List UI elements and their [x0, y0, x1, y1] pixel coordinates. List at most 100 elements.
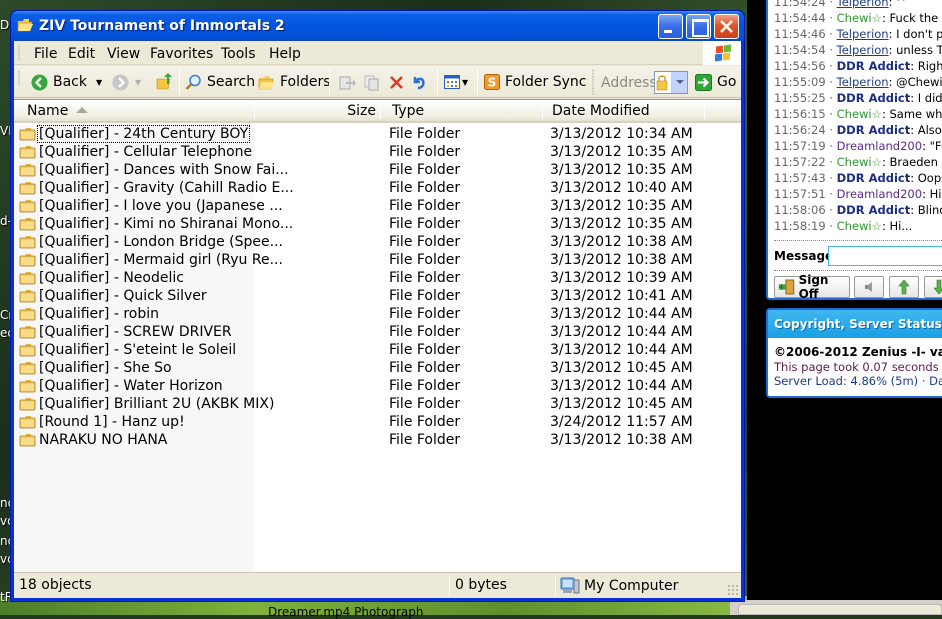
- file-name-cell[interactable]: [Qualifier] - Kimi no Shiranai Mono...: [19, 215, 294, 233]
- message-input[interactable]: [828, 246, 942, 266]
- chat-username[interactable]: DDR Addict: [837, 171, 911, 185]
- file-name-cell[interactable]: [Qualifier] - Cellular Telephone: [19, 143, 253, 161]
- file-name-cell[interactable]: [Qualifier] - SCREW DRIVER: [19, 323, 233, 341]
- scroll-down-button[interactable]: [924, 276, 942, 298]
- file-row[interactable]: [Round 1] - Hanz up! File Folder 3/24/2012…: [14, 413, 741, 431]
- file-list-view[interactable]: Name Size Type Date Modified [Qualifier]…: [14, 99, 741, 576]
- column-header-type[interactable]: Type: [392, 100, 542, 122]
- chat-username[interactable]: Chewi☆: [837, 11, 882, 25]
- toolbar-grip[interactable]: [592, 69, 594, 95]
- file-row[interactable]: [Qualifier] - Neodelic File Folder 3/13/20…: [14, 269, 741, 287]
- file-row[interactable]: [Qualifier] - I love you (Japanese ... Fi…: [14, 197, 741, 215]
- file-name-cell[interactable]: [Qualifier] - robin: [19, 305, 160, 323]
- file-name-cell[interactable]: [Qualifier] - Mermaid girl (Ryu Re...: [19, 251, 284, 269]
- chat-username[interactable]: DDR Addict: [837, 59, 911, 73]
- chat-username[interactable]: Dreamland200: [837, 187, 922, 201]
- folders-button[interactable]: Folders: [258, 70, 331, 94]
- chat-username[interactable]: Telperion: [837, 27, 889, 41]
- column-resizer[interactable]: [254, 104, 255, 119]
- file-row[interactable]: [Qualifier] - SCREW DRIVER File Folder 3/1…: [14, 323, 741, 341]
- menu-edit[interactable]: Edit: [68, 46, 95, 62]
- menu-view[interactable]: View: [107, 46, 140, 62]
- search-button[interactable]: Search: [185, 70, 255, 94]
- address-dropdown-button[interactable]: [671, 72, 687, 93]
- folder-sync-button[interactable]: S Folder Sync: [484, 70, 586, 94]
- forward-button[interactable]: ▼: [112, 70, 141, 94]
- toolbar-grip[interactable]: [18, 45, 20, 61]
- file-row[interactable]: [Qualifier] Brilliant 2U (AKBK MIX) File …: [14, 395, 741, 413]
- column-header-date[interactable]: Date Modified: [552, 100, 702, 122]
- delete-button[interactable]: [389, 70, 404, 94]
- scroll-up-button[interactable]: [889, 276, 919, 298]
- chat-username[interactable]: Chewi☆: [837, 219, 882, 233]
- file-row[interactable]: [Qualifier] - She So File Folder 3/13/2012…: [14, 359, 741, 377]
- minimize-button[interactable]: [658, 14, 683, 39]
- column-resizer[interactable]: [542, 104, 543, 119]
- file-name-cell[interactable]: [Qualifier] - London Bridge (Spee...: [19, 233, 284, 251]
- file-row[interactable]: [Qualifier] - Cellular Telephone File Fol…: [14, 143, 741, 161]
- menu-favorites[interactable]: Favorites: [150, 46, 213, 62]
- file-name-cell[interactable]: [Qualifier] - 24th Century BOY: [19, 125, 251, 143]
- file-row[interactable]: [Qualifier] - Mermaid girl (Ryu Re... Fil…: [14, 251, 741, 269]
- column-header-size[interactable]: Size: [256, 100, 380, 122]
- chat-username[interactable]: Chewi☆: [837, 107, 882, 121]
- move-to-button[interactable]: [338, 70, 356, 94]
- toolbar-grip[interactable]: [18, 70, 20, 86]
- back-button[interactable]: Back ▼: [31, 70, 102, 94]
- file-name-cell[interactable]: [Qualifier] - She So: [19, 359, 173, 377]
- chat-username[interactable]: Dreamland200: [837, 139, 922, 153]
- chat-username[interactable]: DDR Addict: [837, 123, 911, 137]
- maximize-button[interactable]: [686, 14, 711, 39]
- close-button[interactable]: [714, 14, 739, 39]
- file-name: NARAKU NO HANA: [39, 432, 168, 448]
- chat-username[interactable]: Chewi☆: [837, 155, 882, 169]
- column-resizer[interactable]: [380, 104, 381, 119]
- go-button[interactable]: Go: [695, 70, 736, 94]
- file-name-cell[interactable]: [Qualifier] - Neodelic: [19, 269, 185, 287]
- chat-username[interactable]: Telperion: [837, 43, 889, 57]
- file-name-cell[interactable]: [Qualifier] - Gravity (Cahill Radio E...: [19, 179, 295, 197]
- file-row[interactable]: [Qualifier] - robin File Folder 3/13/2012 …: [14, 305, 741, 323]
- copy-to-button[interactable]: [364, 70, 382, 94]
- file-row[interactable]: [Qualifier] - S'eteint le Soleil File Fol…: [14, 341, 741, 359]
- sign-off-button[interactable]: Sign Off: [774, 273, 850, 301]
- file-row[interactable]: [Qualifier] - 24th Century BOY File Folde…: [14, 125, 741, 143]
- file-name-cell[interactable]: [Qualifier] - Water Horizon: [19, 377, 224, 395]
- file-row[interactable]: [Qualifier] - Water Horizon File Folder 3/…: [14, 377, 741, 395]
- views-button[interactable]: ▼: [444, 70, 468, 94]
- chat-message: 11:54:54 · Telperion: unless Taro: [774, 43, 942, 57]
- file-name-cell[interactable]: [Qualifier] - I love you (Japanese ...: [19, 197, 284, 215]
- file-row[interactable]: [Qualifier] - Gravity (Cahill Radio E...…: [14, 179, 741, 197]
- address-combobox[interactable]: [654, 71, 688, 94]
- file-name-cell[interactable]: [Round 1] - Hanz up!: [19, 413, 186, 431]
- file-row[interactable]: [Qualifier] - London Bridge (Spee... File…: [14, 233, 741, 251]
- undo-button[interactable]: [411, 70, 427, 94]
- chat-username[interactable]: Telperion: [837, 75, 889, 89]
- column-header-name[interactable]: Name: [14, 100, 254, 122]
- file-name-cell[interactable]: [Qualifier] Brilliant 2U (AKBK MIX): [19, 395, 275, 413]
- file-row[interactable]: NARAKU NO HANA File Folder 3/13/2012 10:38…: [14, 431, 741, 449]
- chat-username[interactable]: Telperion: [837, 0, 889, 9]
- back-dropdown-icon[interactable]: ▼: [96, 78, 102, 87]
- file-row[interactable]: [Qualifier] - Quick Silver File Folder 3/1…: [14, 287, 741, 305]
- chat-text: Hi...: [889, 219, 913, 233]
- desktop-icon-caption[interactable]: Dreamer.mp4 Photograph: [268, 605, 423, 619]
- chat-username[interactable]: DDR Addict: [837, 203, 911, 217]
- chat-username[interactable]: DDR Addict: [837, 91, 911, 105]
- menu-help[interactable]: Help: [269, 46, 301, 62]
- resize-grip[interactable]: [727, 584, 739, 596]
- menu-tools[interactable]: Tools: [221, 46, 256, 62]
- mute-button[interactable]: [854, 276, 884, 298]
- folders-icon: [258, 75, 274, 89]
- file-name-cell[interactable]: [Qualifier] - S'eteint le Soleil: [19, 341, 237, 359]
- forward-dropdown-icon[interactable]: ▼: [135, 78, 141, 87]
- file-row[interactable]: [Qualifier] - Dances with Snow Fai... Fil…: [14, 161, 741, 179]
- file-name-cell[interactable]: [Qualifier] - Dances with Snow Fai...: [19, 161, 290, 179]
- title-bar[interactable]: ZIV Tournament of Immortals 2: [11, 11, 744, 41]
- up-folder-button[interactable]: [156, 70, 174, 94]
- file-name-cell[interactable]: [Qualifier] - Quick Silver: [19, 287, 208, 305]
- file-name-cell[interactable]: NARAKU NO HANA: [19, 431, 168, 449]
- menu-file[interactable]: File: [34, 46, 57, 62]
- file-row[interactable]: [Qualifier] - Kimi no Shiranai Mono... Fi…: [14, 215, 741, 233]
- column-resizer[interactable]: [704, 104, 705, 119]
